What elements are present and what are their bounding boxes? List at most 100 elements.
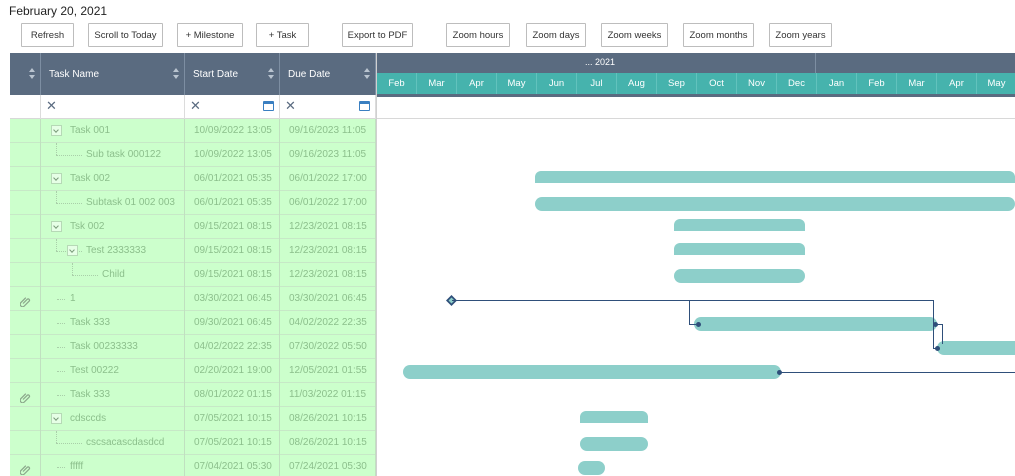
due-date-cell[interactable]: 12/23/2021 08:15 xyxy=(280,239,376,263)
start-date-cell[interactable]: 06/01/2021 05:35 xyxy=(185,191,280,215)
due-date-cell[interactable]: 11/03/2022 01:15 xyxy=(280,383,376,407)
start-date-cell[interactable]: 09/15/2021 08:15 xyxy=(185,239,280,263)
table-row[interactable]: 1 03/30/2021 06:45 03/30/2021 06:45 xyxy=(10,287,376,311)
task-name-cell[interactable]: Test 2333333 xyxy=(41,239,185,263)
task-name-cell[interactable]: Subtask 01 002 003 xyxy=(41,191,185,215)
table-row[interactable]: Sub task 000122 10/09/2022 13:05 09/16/202… xyxy=(10,143,376,167)
task-name-cell[interactable]: Tsk 002 xyxy=(41,215,185,239)
task-bar[interactable] xyxy=(403,365,781,379)
clear-filter-icon[interactable]: ✕ xyxy=(46,99,57,113)
due-date-cell[interactable]: 12/05/2021 01:55 xyxy=(280,359,376,383)
task-bar[interactable] xyxy=(936,341,1015,355)
sort-icon[interactable] xyxy=(173,68,179,80)
start-date-cell[interactable]: 10/09/2022 13:05 xyxy=(185,143,280,167)
start-date-cell[interactable]: 07/05/2021 10:15 xyxy=(185,431,280,455)
start-date-cell[interactable]: 02/20/2021 19:00 xyxy=(185,359,280,383)
task-bar[interactable] xyxy=(579,437,649,451)
start-date-filter[interactable]: ✕ xyxy=(185,95,280,119)
task-bar[interactable] xyxy=(674,269,805,283)
start-date-cell[interactable]: 10/09/2022 13:05 xyxy=(185,119,280,143)
task-name-cell[interactable]: cscsacascdasdcd xyxy=(41,431,185,455)
table-row[interactable]: Task 333 08/01/2022 01:15 11/03/2022 01:15 xyxy=(10,383,376,407)
due-date-filter[interactable]: ✕ xyxy=(280,95,376,119)
task-name-cell[interactable]: Sub task 000122 xyxy=(41,143,185,167)
attachment-icon[interactable] xyxy=(19,293,31,308)
due-date-cell[interactable]: 03/30/2021 06:45 xyxy=(280,287,376,311)
table-row[interactable]: Child 09/15/2021 08:15 12/23/2021 08:15 xyxy=(10,263,376,287)
task-name-cell[interactable]: Child xyxy=(41,263,185,287)
table-row[interactable]: Task 001 10/09/2022 13:05 09/16/2023 11:05 xyxy=(10,119,376,143)
sort-icon[interactable] xyxy=(29,68,35,80)
table-row[interactable]: Test 00222 02/20/2021 19:00 12/05/2021 01:… xyxy=(10,359,376,383)
task-name-filter[interactable]: ✕ xyxy=(41,95,185,119)
summary-bar[interactable] xyxy=(674,243,805,255)
due-date-cell[interactable]: 04/02/2022 22:35 xyxy=(280,311,376,335)
zoom-months-button[interactable]: Zoom months xyxy=(683,23,754,47)
sort-icon[interactable] xyxy=(268,68,274,80)
task-name-column-header[interactable]: Task Name xyxy=(41,53,185,95)
start-date-cell[interactable]: 04/02/2022 22:35 xyxy=(185,335,280,359)
summary-bar[interactable] xyxy=(579,411,649,423)
export-pdf-button[interactable]: Export to PDF xyxy=(342,23,413,47)
expand-toggle-icon[interactable] xyxy=(67,245,78,256)
due-date-cell[interactable]: 07/30/2022 05:50 xyxy=(280,335,376,359)
expand-toggle-icon[interactable] xyxy=(51,413,62,424)
clear-filter-icon[interactable]: ✕ xyxy=(285,99,296,113)
due-date-cell[interactable]: 08/26/2021 10:15 xyxy=(280,407,376,431)
expand-toggle-icon[interactable] xyxy=(51,173,62,184)
start-date-column-header[interactable]: Start Date xyxy=(185,53,280,95)
task-bar[interactable] xyxy=(694,317,937,331)
due-date-cell[interactable]: 09/16/2023 11:05 xyxy=(280,119,376,143)
calendar-icon[interactable] xyxy=(359,101,370,111)
task-bar[interactable] xyxy=(578,461,605,475)
clear-filter-icon[interactable]: ✕ xyxy=(190,99,201,113)
table-row[interactable]: Task 00233333 04/02/2022 22:35 07/30/2022 … xyxy=(10,335,376,359)
table-row[interactable]: cdsccds 07/05/2021 10:15 08/26/2021 10:15 xyxy=(10,407,376,431)
due-date-cell[interactable]: 06/01/2022 17:00 xyxy=(280,191,376,215)
summary-bar[interactable] xyxy=(674,219,805,231)
task-name-cell[interactable]: Task 002 xyxy=(41,167,185,191)
zoom-weeks-button[interactable]: Zoom weeks xyxy=(601,23,668,47)
due-date-cell[interactable]: 12/23/2021 08:15 xyxy=(280,263,376,287)
start-date-cell[interactable]: 06/01/2021 05:35 xyxy=(185,167,280,191)
due-date-cell[interactable]: 12/23/2021 08:15 xyxy=(280,215,376,239)
select-column-header[interactable] xyxy=(10,53,41,95)
table-row[interactable]: cscsacascdasdcd 07/05/2021 10:15 08/26/202… xyxy=(10,431,376,455)
expand-toggle-icon[interactable] xyxy=(51,125,62,136)
sort-icon[interactable] xyxy=(364,68,370,80)
task-name-cell[interactable]: Task 333 xyxy=(41,311,185,335)
start-date-cell[interactable]: 08/01/2022 01:15 xyxy=(185,383,280,407)
table-row[interactable]: Task 002 06/01/2021 05:35 06/01/2022 17:00 xyxy=(10,167,376,191)
due-date-cell[interactable]: 07/24/2021 05:30 xyxy=(280,455,376,476)
table-row[interactable]: Subtask 01 002 003 06/01/2021 05:35 06/01/… xyxy=(10,191,376,215)
task-name-cell[interactable]: Task 00233333 xyxy=(41,335,185,359)
add-milestone-button[interactable]: + Milestone xyxy=(177,23,243,47)
start-date-cell[interactable]: 03/30/2021 06:45 xyxy=(185,287,280,311)
task-name-cell[interactable]: Task 001 xyxy=(41,119,185,143)
zoom-days-button[interactable]: Zoom days xyxy=(526,23,586,47)
zoom-hours-button[interactable]: Zoom hours xyxy=(446,23,510,47)
start-date-cell[interactable]: 07/05/2021 10:15 xyxy=(185,407,280,431)
expand-toggle-icon[interactable] xyxy=(51,221,62,232)
task-name-cell[interactable]: cdsccds xyxy=(41,407,185,431)
add-task-button[interactable]: + Task xyxy=(256,23,309,47)
start-date-cell[interactable]: 09/15/2021 08:15 xyxy=(185,263,280,287)
table-row[interactable]: Tsk 002 09/15/2021 08:15 12/23/2021 08:15 xyxy=(10,215,376,239)
due-date-cell[interactable]: 06/01/2022 17:00 xyxy=(280,167,376,191)
due-date-cell[interactable]: 09/16/2023 11:05 xyxy=(280,143,376,167)
attachment-icon[interactable] xyxy=(19,461,31,476)
table-row[interactable]: fffff 07/04/2021 05:30 07/24/2021 05:30 xyxy=(10,455,376,476)
table-row[interactable]: Task 333 09/30/2021 06:45 04/02/2022 22:35 xyxy=(10,311,376,335)
due-date-cell[interactable]: 08/26/2021 10:15 xyxy=(280,431,376,455)
due-date-column-header[interactable]: Due Date xyxy=(280,53,376,95)
start-date-cell[interactable]: 09/15/2021 08:15 xyxy=(185,215,280,239)
calendar-icon[interactable] xyxy=(263,101,274,111)
summary-bar[interactable] xyxy=(534,171,1015,183)
task-name-cell[interactable]: fffff xyxy=(41,455,185,476)
table-row[interactable]: Test 2333333 09/15/2021 08:15 12/23/2021 0… xyxy=(10,239,376,263)
attachment-icon[interactable] xyxy=(19,389,31,404)
refresh-button[interactable]: Refresh xyxy=(21,23,74,47)
start-date-cell[interactable]: 09/30/2021 06:45 xyxy=(185,311,280,335)
start-date-cell[interactable]: 07/04/2021 05:30 xyxy=(185,455,280,476)
scroll-to-today-button[interactable]: Scroll to Today xyxy=(88,23,163,47)
